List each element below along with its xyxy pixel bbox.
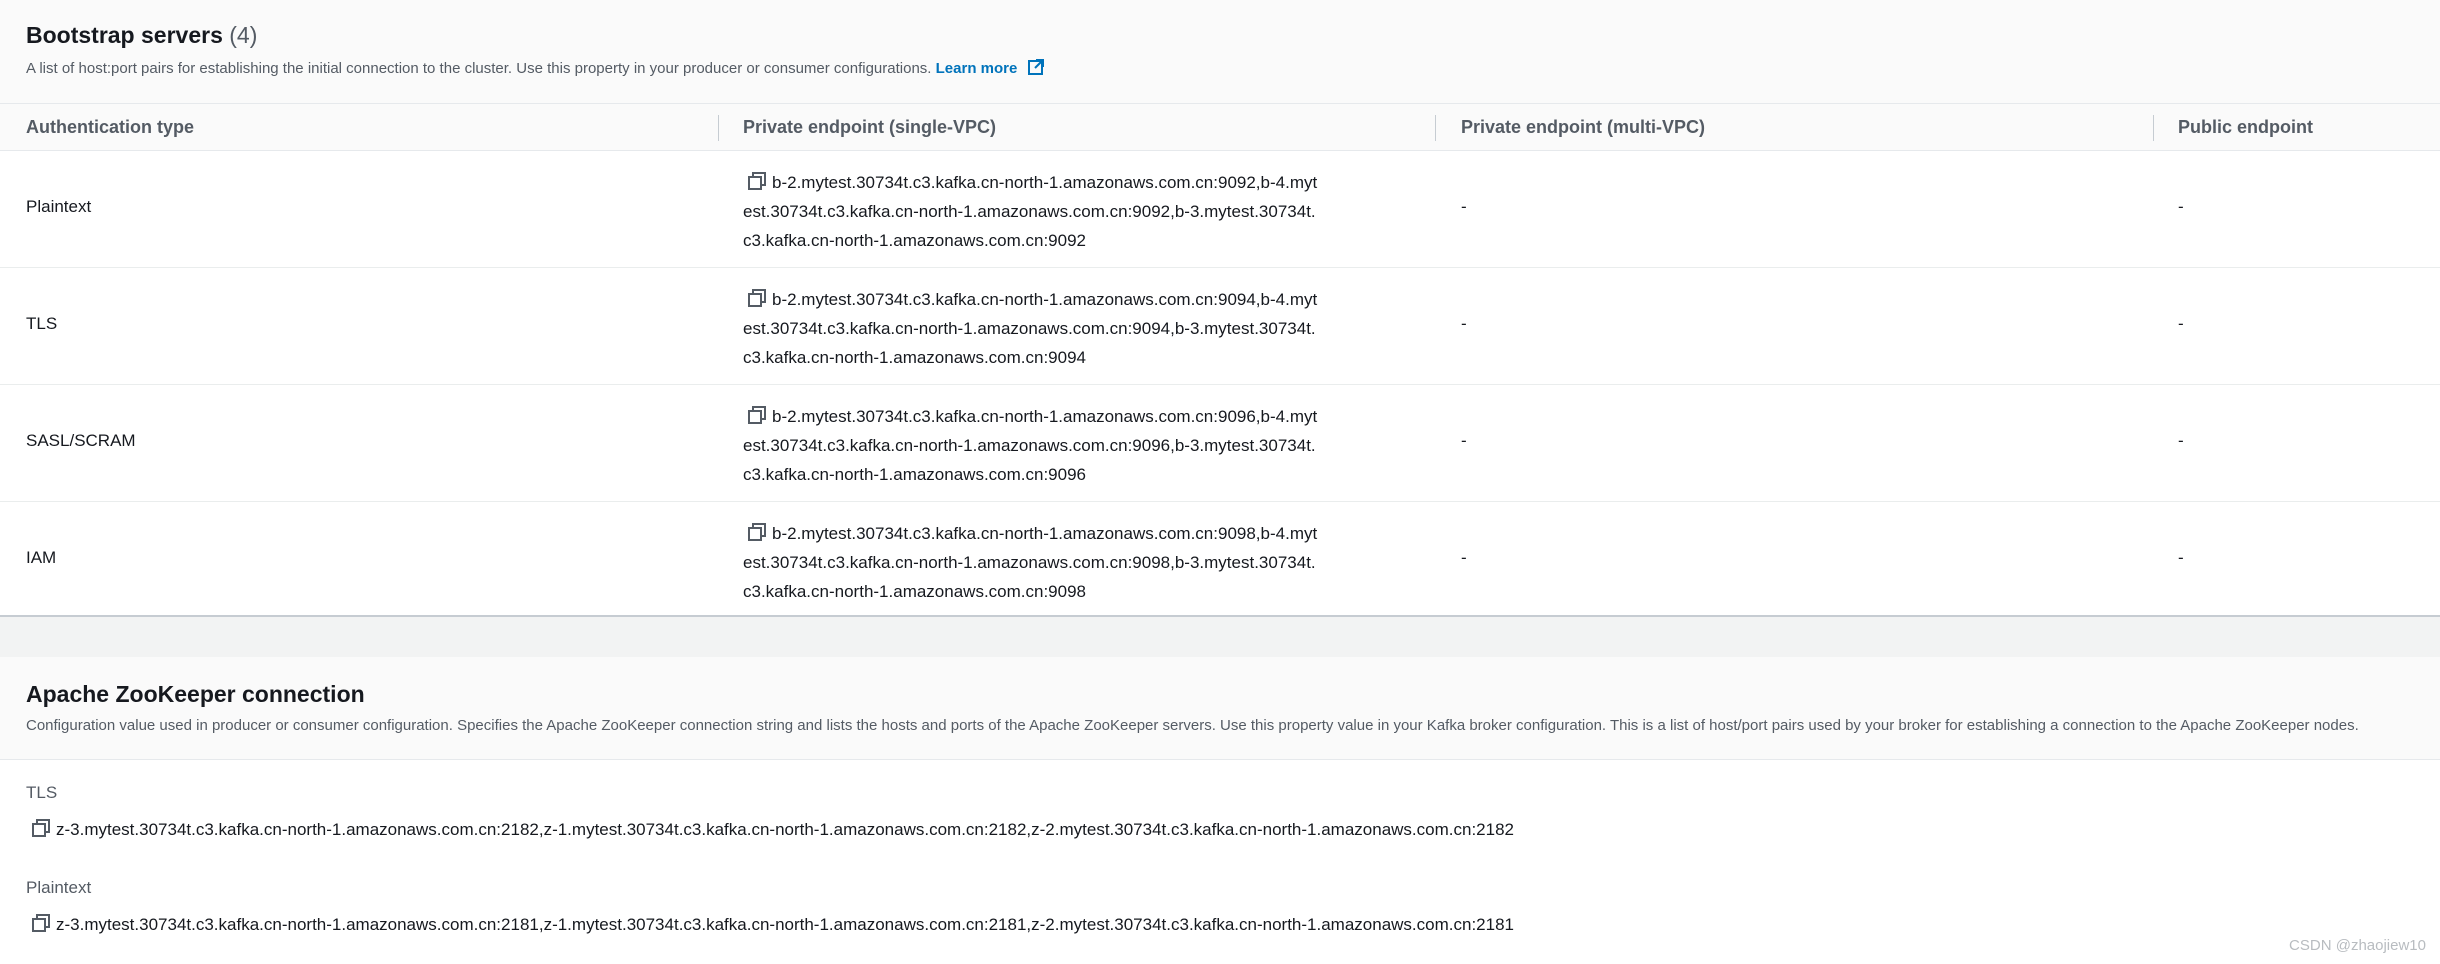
zookeeper-plaintext-value: z-3.mytest.30734t.c3.kafka.cn-north-1.am… <box>26 914 1514 935</box>
zookeeper-connection-description: Configuration value used in producer or … <box>26 717 2359 734</box>
zookeeper-tls-value: z-3.mytest.30734t.c3.kafka.cn-north-1.am… <box>26 819 1514 840</box>
copy-icon[interactable] <box>748 523 766 541</box>
column-header-public-endpoint[interactable]: Public endpoint <box>2178 117 2313 138</box>
copy-icon[interactable] <box>32 914 50 932</box>
auth-type-cell: Plaintext <box>26 197 92 216</box>
zookeeper-connection-string: z-3.mytest.30734t.c3.kafka.cn-north-1.am… <box>56 915 1514 934</box>
private-multi-vpc-cell: - <box>1461 314 1467 333</box>
column-resize-handle[interactable] <box>1435 115 1436 141</box>
private-endpoint-value: b-2.mytest.30734t.c3.kafka.cn-north-1.am… <box>743 290 1318 367</box>
copy-icon[interactable] <box>32 819 50 837</box>
public-endpoint-cell: - <box>2178 548 2184 567</box>
copy-icon[interactable] <box>748 172 766 190</box>
column-resize-handle[interactable] <box>718 115 719 141</box>
column-header-auth-type[interactable]: Authentication type <box>26 117 194 138</box>
private-multi-vpc-cell: - <box>1461 431 1467 450</box>
private-single-vpc-cell: b-2.mytest.30734t.c3.kafka.cn-north-1.am… <box>743 168 1323 255</box>
private-multi-vpc-cell: - <box>1461 548 1467 567</box>
zookeeper-plaintext-label: Plaintext <box>26 878 92 897</box>
learn-more-label: Learn more <box>935 60 1018 77</box>
zookeeper-connection-panel: Apache ZooKeeper connection Configuratio… <box>0 657 2440 964</box>
bootstrap-servers-description-text: A list of host:port pairs for establishi… <box>26 60 932 77</box>
private-endpoint-value: b-2.mytest.30734t.c3.kafka.cn-north-1.am… <box>743 407 1318 484</box>
auth-type-cell: TLS <box>26 314 58 333</box>
public-endpoint-cell: - <box>2178 431 2184 450</box>
table-row: TLS b-2.mytest.30734t.c3.kafka.cn-north-… <box>0 268 2440 385</box>
private-single-vpc-cell: b-2.mytest.30734t.c3.kafka.cn-north-1.am… <box>743 402 1323 489</box>
bootstrap-servers-count: (4) <box>229 22 258 48</box>
zookeeper-connection-title: Apache ZooKeeper connection <box>26 681 365 707</box>
private-single-vpc-cell: b-2.mytest.30734t.c3.kafka.cn-north-1.am… <box>743 285 1323 372</box>
copy-icon[interactable] <box>748 406 766 424</box>
column-header-private-multi-vpc[interactable]: Private endpoint (multi-VPC) <box>1461 117 1705 138</box>
bootstrap-servers-title: Bootstrap servers (4) <box>26 22 257 49</box>
bootstrap-servers-title-text: Bootstrap servers <box>26 22 223 48</box>
public-endpoint-cell: - <box>2178 197 2184 216</box>
bootstrap-servers-description: A list of host:port pairs for establishi… <box>26 58 1045 77</box>
page: Bootstrap servers (4) A list of host:por… <box>0 0 2440 964</box>
table-row: Plaintext b-2.mytest.30734t.c3.kafka.cn-… <box>0 151 2440 268</box>
public-endpoint-cell: - <box>2178 314 2184 333</box>
auth-type-cell: SASL/SCRAM <box>26 431 136 450</box>
learn-more-link[interactable]: Learn more <box>935 59 1045 77</box>
zookeeper-connection-header: Apache ZooKeeper connection Configuratio… <box>0 657 2440 760</box>
bootstrap-table-header: Authentication type Private endpoint (si… <box>0 104 2440 151</box>
private-multi-vpc-cell: - <box>1461 197 1467 216</box>
watermark: CSDN @zhaojiew10 <box>2289 937 2426 954</box>
table-row: IAM b-2.mytest.30734t.c3.kafka.cn-north-… <box>0 502 2440 619</box>
bootstrap-servers-header: Bootstrap servers (4) A list of host:por… <box>0 0 2440 104</box>
column-resize-handle[interactable] <box>2153 115 2154 141</box>
private-endpoint-value: b-2.mytest.30734t.c3.kafka.cn-north-1.am… <box>743 524 1318 601</box>
zookeeper-tls-label: TLS <box>26 783 58 802</box>
bootstrap-servers-panel: Bootstrap servers (4) A list of host:por… <box>0 0 2440 617</box>
column-header-private-single-vpc[interactable]: Private endpoint (single-VPC) <box>743 117 996 138</box>
zookeeper-connection-string: z-3.mytest.30734t.c3.kafka.cn-north-1.am… <box>56 820 1514 839</box>
table-row: SASL/SCRAM b-2.mytest.30734t.c3.kafka.cn… <box>0 385 2440 502</box>
copy-icon[interactable] <box>748 289 766 307</box>
auth-type-cell: IAM <box>26 548 57 567</box>
private-single-vpc-cell: b-2.mytest.30734t.c3.kafka.cn-north-1.am… <box>743 519 1323 606</box>
private-endpoint-value: b-2.mytest.30734t.c3.kafka.cn-north-1.am… <box>743 173 1318 250</box>
external-link-icon <box>1027 59 1044 75</box>
